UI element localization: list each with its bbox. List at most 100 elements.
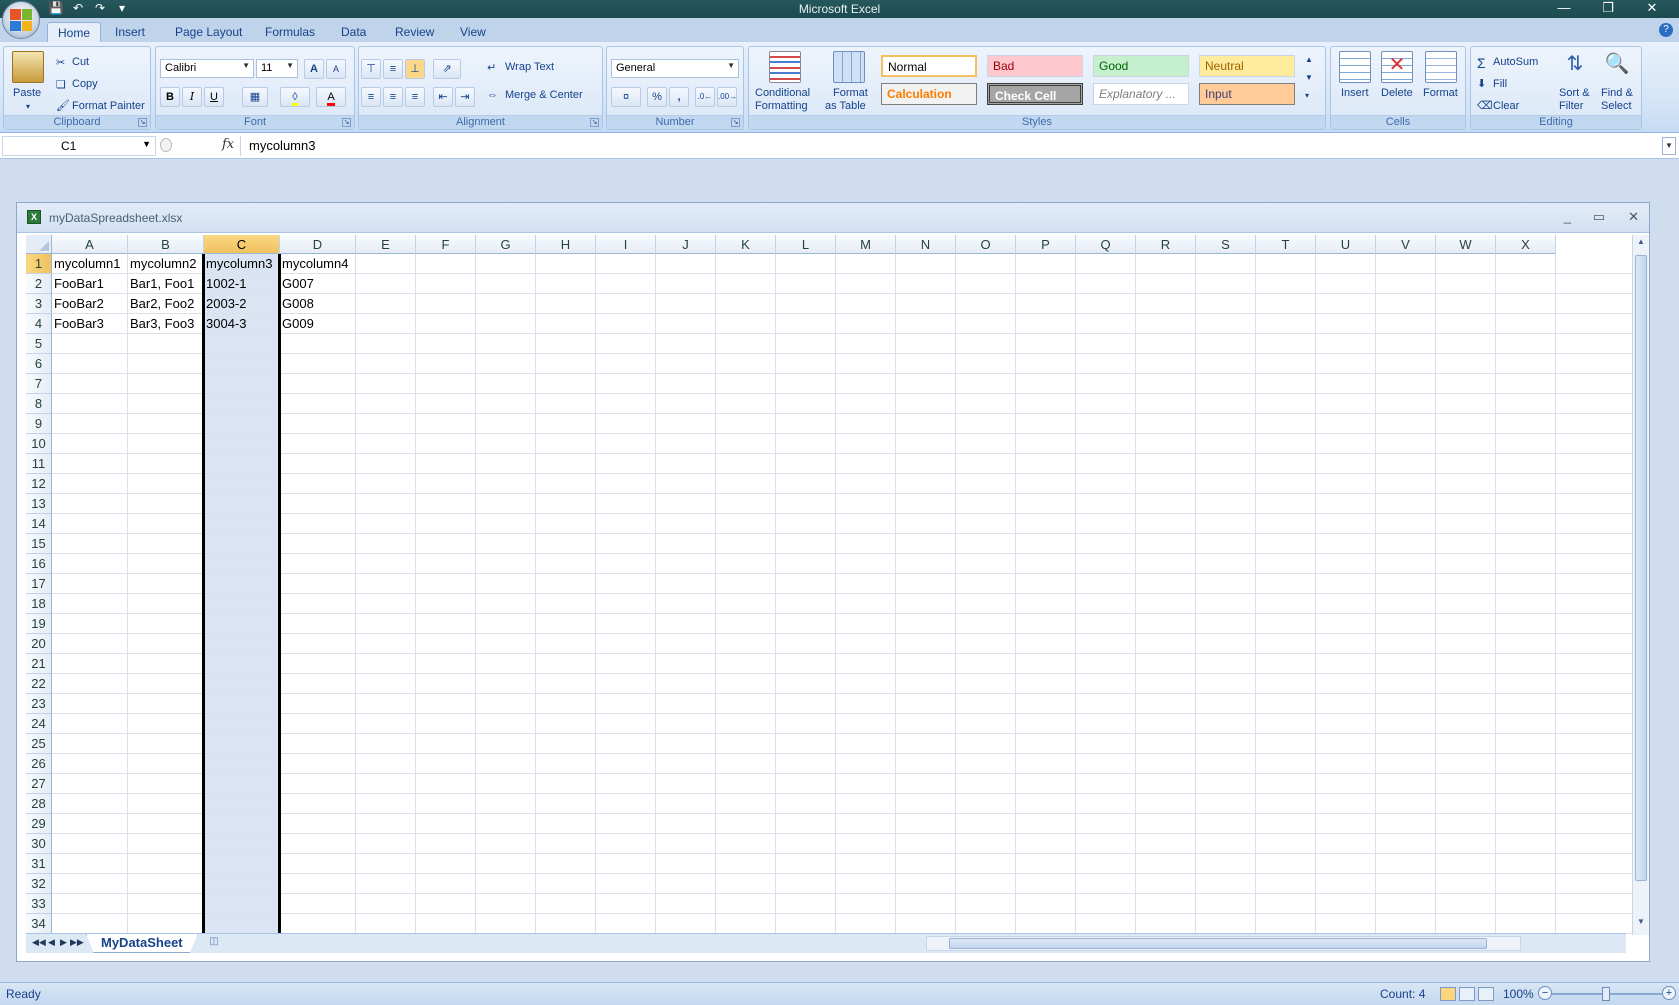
cell-a4[interactable]: FooBar3 <box>52 314 128 334</box>
sort-filter-button-line2[interactable]: Filter <box>1559 100 1583 112</box>
workbook-close-button[interactable]: ✕ <box>1628 209 1639 225</box>
zoom-slider-thumb[interactable] <box>1602 987 1610 1001</box>
close-window-button[interactable]: ✕ <box>1631 0 1673 16</box>
restore-window-button[interactable]: ❐ <box>1587 0 1629 16</box>
normal-view-icon[interactable] <box>1440 987 1456 1001</box>
delete-cells-icon[interactable]: ✕ <box>1381 51 1413 83</box>
format-as-table-button-line1[interactable]: Format <box>833 87 868 99</box>
align-center-icon[interactable]: ≡ <box>383 87 403 107</box>
style-check-cell[interactable]: Check Cell <box>987 83 1083 105</box>
cell-d4[interactable]: G009 <box>280 314 356 334</box>
workbook-maximize-button[interactable]: ▭ <box>1593 209 1605 225</box>
sort-filter-icon[interactable]: ⇅ <box>1559 51 1591 83</box>
row-header[interactable]: 17 <box>26 574 52 594</box>
comma-style-button[interactable]: , <box>669 87 689 107</box>
clipboard-launcher-icon[interactable]: ↘ <box>138 118 147 127</box>
underline-button[interactable]: U <box>204 87 224 107</box>
tab-formulas[interactable]: Formulas <box>255 22 325 42</box>
prev-sheet-icon[interactable]: ◀ <box>48 937 55 948</box>
row-header[interactable]: 5 <box>26 334 52 354</box>
row-header[interactable]: 34 <box>26 914 52 934</box>
format-button[interactable]: Format <box>1423 87 1458 99</box>
align-left-icon[interactable]: ≡ <box>361 87 381 107</box>
formula-bar-resize-handle[interactable] <box>160 138 172 152</box>
cell-d1[interactable]: mycolumn4 <box>280 254 356 274</box>
zoom-in-icon[interactable]: + <box>1662 986 1676 1000</box>
cell-a2[interactable]: FooBar1 <box>52 274 128 294</box>
formula-input[interactable]: mycolumn3 <box>240 136 1657 156</box>
scroll-up-icon[interactable]: ▲ <box>1633 237 1649 253</box>
column-header-k[interactable]: K <box>716 235 776 254</box>
row-header[interactable]: 8 <box>26 394 52 414</box>
cell-d3[interactable]: G008 <box>280 294 356 314</box>
customize-qat-icon[interactable]: ▾ <box>114 1 130 15</box>
find-select-button-line1[interactable]: Find & <box>1601 87 1633 99</box>
align-bottom-icon[interactable]: ⊥ <box>405 59 425 79</box>
cell-c2[interactable]: 1002-1 <box>204 274 280 294</box>
insert-function-icon[interactable]: fx <box>222 137 234 152</box>
paste-icon[interactable] <box>12 51 44 83</box>
page-break-view-icon[interactable] <box>1478 987 1494 1001</box>
decrease-indent-icon[interactable]: ⇤ <box>433 87 453 107</box>
row-header[interactable]: 11 <box>26 454 52 474</box>
horizontal-scroll-thumb[interactable] <box>949 938 1487 949</box>
row-header[interactable]: 12 <box>26 474 52 494</box>
sort-filter-button-line1[interactable]: Sort & <box>1559 87 1590 99</box>
column-header-l[interactable]: L <box>776 235 836 254</box>
style-calculation[interactable]: Calculation <box>881 83 977 105</box>
column-header-b[interactable]: B <box>128 235 204 254</box>
last-sheet-icon[interactable]: ▶▶ <box>70 937 84 948</box>
row-header[interactable]: 28 <box>26 794 52 814</box>
format-cells-icon[interactable] <box>1425 51 1457 83</box>
row-header[interactable]: 32 <box>26 874 52 894</box>
fill-button[interactable]: Fill <box>1493 78 1507 90</box>
merge-center-button[interactable]: Merge & Center <box>505 89 583 101</box>
row-header[interactable]: 22 <box>26 674 52 694</box>
insert-button[interactable]: Insert <box>1341 87 1369 99</box>
orientation-icon[interactable]: ⇗ <box>433 59 461 79</box>
conditional-formatting-icon[interactable] <box>769 51 801 83</box>
paste-dropdown-icon[interactable]: ▾ <box>26 102 30 111</box>
page-layout-view-icon[interactable] <box>1459 987 1475 1001</box>
cell-c4[interactable]: 3004-3 <box>204 314 280 334</box>
number-format-dropdown[interactable]: General ▼ <box>611 59 739 78</box>
save-icon[interactable]: 💾 <box>48 1 64 15</box>
row-header[interactable]: 2 <box>26 274 52 294</box>
tab-page-layout[interactable]: Page Layout <box>165 22 252 42</box>
column-header-s[interactable]: S <box>1196 235 1256 254</box>
find-select-button-line2[interactable]: Select <box>1601 100 1632 112</box>
format-as-table-button-line2[interactable]: as Table <box>825 100 866 112</box>
number-launcher-icon[interactable]: ↘ <box>731 118 740 127</box>
tab-review[interactable]: Review <box>385 22 444 42</box>
row-header[interactable]: 14 <box>26 514 52 534</box>
fill-color-button[interactable]: ◊ <box>280 87 310 107</box>
styles-more-icon[interactable]: ▾ <box>1305 91 1309 100</box>
cell-c3[interactable]: 2003-2 <box>204 294 280 314</box>
spreadsheet-grid[interactable]: A B C D E F G H I J K L M N O P Q R S T U V W X 1 2 3 4 5 6 7 8 9 10 11 12 1… <box>26 235 1637 935</box>
column-header-f[interactable]: F <box>416 235 476 254</box>
styles-scroll-up-icon[interactable]: ▲ <box>1305 55 1313 64</box>
cut-button[interactable]: Cut <box>72 56 89 68</box>
row-header[interactable]: 29 <box>26 814 52 834</box>
tab-home[interactable]: Home <box>47 22 102 42</box>
increase-decimal-icon[interactable]: .0← <box>695 87 715 107</box>
font-size-dropdown[interactable]: 11 ▼ <box>256 59 298 78</box>
style-neutral[interactable]: Neutral <box>1199 55 1295 77</box>
accounting-format-icon[interactable]: ¤ <box>611 87 641 107</box>
row-header[interactable]: 19 <box>26 614 52 634</box>
align-right-icon[interactable]: ≡ <box>405 87 425 107</box>
decrease-decimal-icon[interactable]: .00→ <box>717 87 737 107</box>
column-header-i[interactable]: I <box>596 235 656 254</box>
row-header[interactable]: 18 <box>26 594 52 614</box>
column-header-r[interactable]: R <box>1136 235 1196 254</box>
minimize-window-button[interactable]: — <box>1543 0 1585 16</box>
tab-data[interactable]: Data <box>331 22 376 42</box>
row-header[interactable]: 20 <box>26 634 52 654</box>
autosum-button[interactable]: AutoSum <box>1493 56 1538 68</box>
row-header[interactable]: 13 <box>26 494 52 514</box>
row-header[interactable]: 10 <box>26 434 52 454</box>
wrap-text-button[interactable]: Wrap Text <box>505 61 554 73</box>
row-header[interactable]: 1 <box>26 254 52 274</box>
borders-button[interactable]: ▦ <box>242 87 268 107</box>
column-header-p[interactable]: P <box>1016 235 1076 254</box>
